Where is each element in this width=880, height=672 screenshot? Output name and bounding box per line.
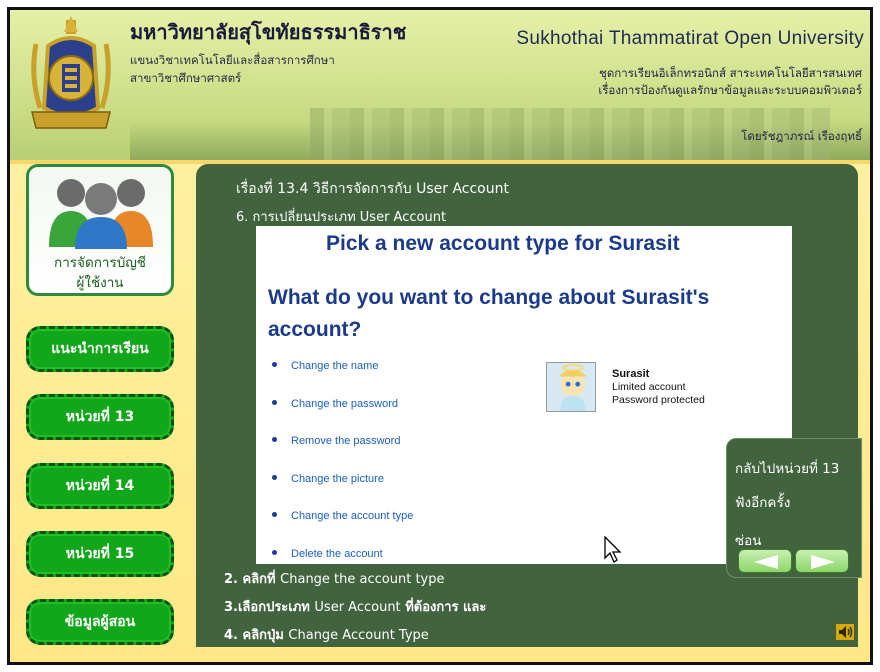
step-4: 4. คลิกปุ่ม Change Account Type: [224, 628, 429, 643]
replay-link[interactable]: ฟังอีกครั้ง: [735, 491, 790, 513]
header-banner: มหาวิทยาลัยสุโขทัยธรรมาธิราช แขนงวิชาเทค…: [10, 10, 870, 160]
back-to-unit-link[interactable]: กลับไปหน่วยที่ 13: [735, 457, 839, 479]
nav-unit-14-button[interactable]: หน่วยที่ 14: [26, 463, 174, 509]
list-item[interactable]: Change the picture: [272, 473, 413, 511]
next-button[interactable]: [795, 549, 849, 573]
course-label: ชุดการเรียนอิเล็กทรอนิกส์ สาระเทคโนโลยีส…: [599, 66, 862, 80]
user-name: Surasit: [612, 368, 650, 380]
speaker-icon[interactable]: [836, 624, 854, 640]
user-avatar: [546, 362, 596, 412]
university-seal-icon: [31, 16, 111, 129]
step-2: 2. คลิกที่ Change the account type: [224, 572, 445, 587]
nav-intro-button[interactable]: แนะนำการเรียน: [26, 326, 174, 372]
list-item[interactable]: Remove the password: [272, 435, 413, 473]
arrow-left-icon: [754, 555, 778, 569]
account-management-card[interactable]: การจัดการบัญชี ผู้ใช้งาน: [26, 164, 174, 296]
lesson-topic: เรื่องที่ 13.4 วิธีการจัดการกับ User Acc…: [236, 181, 509, 197]
windows-screenshot: Pick a new account type for Surasit What…: [256, 226, 792, 570]
previous-button[interactable]: [738, 549, 792, 573]
lesson-subtopic: 6. การเปลี่ยนประเภท User Account: [236, 210, 447, 225]
list-item[interactable]: Change the password: [272, 398, 413, 436]
lesson-label: เรื่องการป้องกันดูแลรักษาข้อมูลและระบบคอ…: [598, 83, 862, 97]
arrow-right-icon: [811, 555, 835, 569]
author-label: โดยรัชฎาภรณ์ เรืองฤทธิ์: [741, 129, 862, 143]
university-title-en: Sukhothai Thammatirat Open University: [516, 28, 864, 49]
hide-link[interactable]: ซ่อน: [735, 529, 762, 551]
nav-unit-13-button[interactable]: หน่วยที่ 13: [26, 394, 174, 440]
list-item[interactable]: Change the account type: [272, 510, 413, 548]
nav-instructor-button[interactable]: ข้อมูลผู้สอน: [26, 599, 174, 645]
account-options-list: Change the name Change the password Remo…: [272, 360, 413, 570]
change-question-heading: What do you want to change about Surasit…: [268, 286, 710, 341]
user-account-info: Limited account Password protected: [612, 381, 705, 406]
mouse-cursor-icon: [604, 536, 622, 563]
navigation-arrows: [738, 549, 850, 573]
university-title-th: มหาวิทยาลัยสุโขทัยธรรมาธิราช: [130, 20, 407, 44]
pick-account-type-title: Pick a new account type for Surasit: [326, 232, 680, 255]
account-management-label: การจัดการบัญชี ผู้ใช้งาน: [54, 255, 146, 291]
list-item[interactable]: Change the name: [272, 360, 413, 398]
nav-unit-15-button[interactable]: หน่วยที่ 15: [26, 531, 174, 577]
users-group-icon: [49, 179, 153, 249]
department-label: แขนงวิชาเทคโนโลยีและสื่อสารการศึกษา: [130, 53, 335, 67]
school-label: สาขาวิชาศึกษาศาสตร์: [130, 71, 242, 85]
step-3: 3.เลือกประเภท User Account ที่ต้องการ แล…: [224, 600, 487, 615]
